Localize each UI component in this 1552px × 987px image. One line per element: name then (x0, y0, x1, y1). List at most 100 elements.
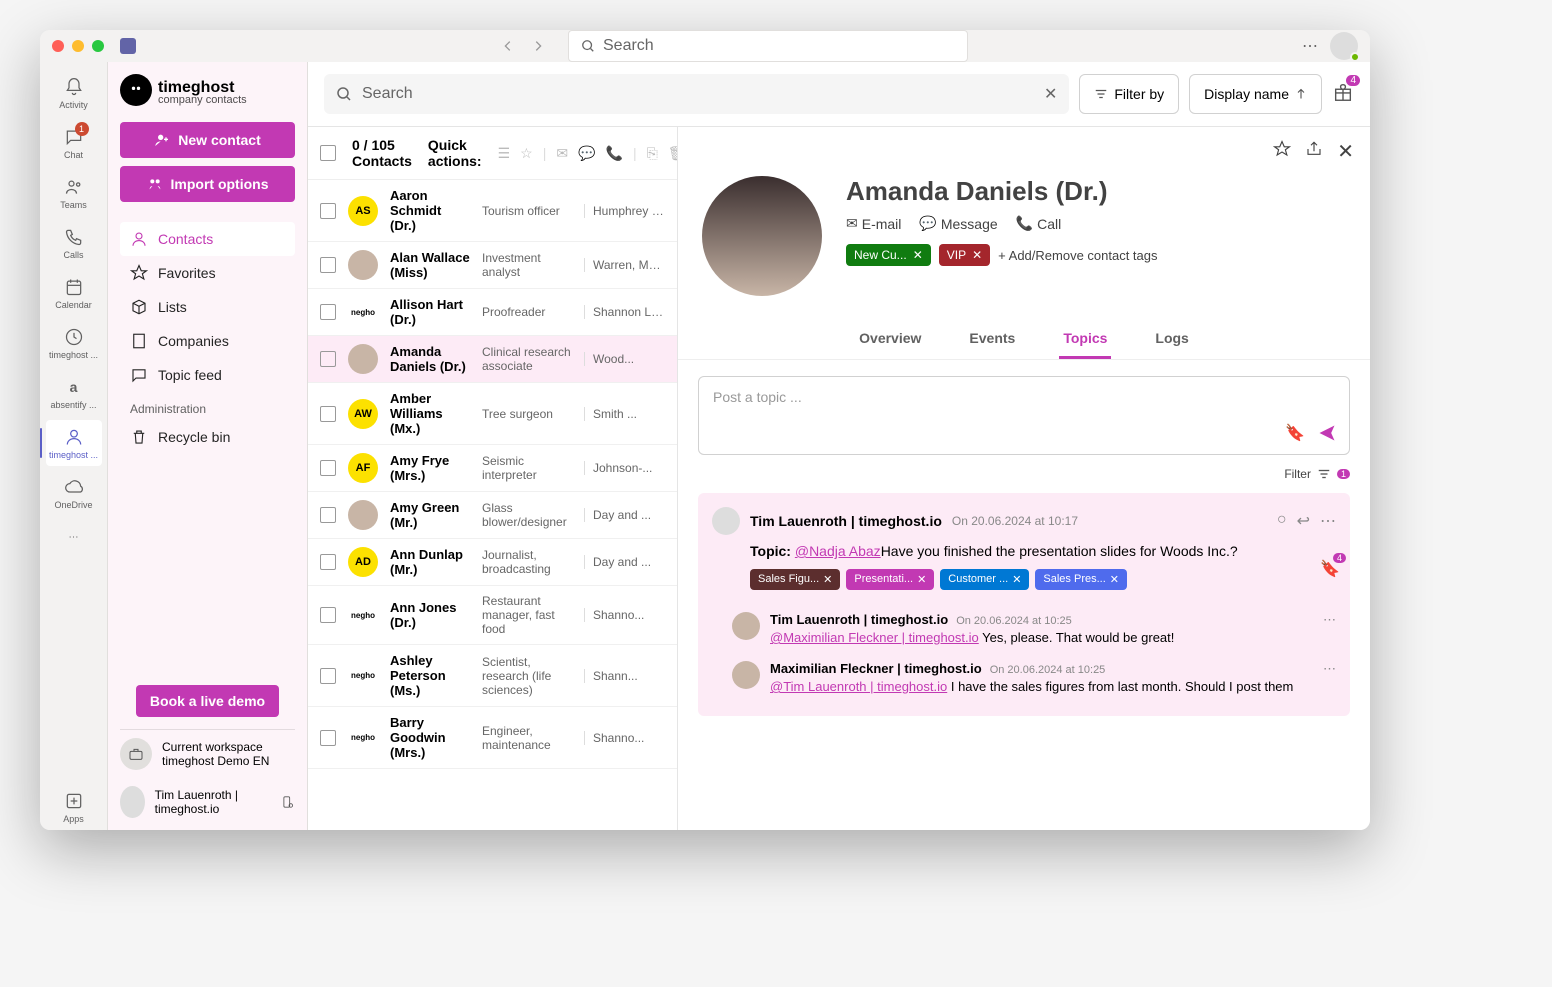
message-button[interactable]: 💬 Message (919, 215, 997, 232)
contact-checkbox[interactable] (320, 554, 336, 570)
contact-row[interactable]: negho Allison Hart (Dr.) Proofreader Sha… (308, 289, 677, 336)
star-icon[interactable]: ☆ (520, 145, 533, 162)
gift-button[interactable]: 4 (1332, 81, 1354, 108)
topic-chip[interactable]: Sales Pres... ✕ (1035, 569, 1127, 590)
tab-topics[interactable]: Topics (1059, 320, 1111, 359)
mention-link[interactable]: @Maximilian Fleckner | timeghost.io (770, 630, 979, 645)
contact-row[interactable]: AD Ann Dunlap (Mr.) Journalist, broadcas… (308, 539, 677, 586)
contact-row[interactable]: negho Barry Goodwin (Mrs.) Engineer, mai… (308, 707, 677, 769)
remove-tag-icon[interactable]: ✕ (972, 248, 982, 262)
contact-checkbox[interactable] (320, 257, 336, 273)
contact-checkbox[interactable] (320, 203, 336, 219)
tab-logs[interactable]: Logs (1151, 320, 1192, 359)
status-circle-icon[interactable]: ○ (1277, 511, 1287, 531)
back-button[interactable] (494, 32, 522, 60)
delete-icon[interactable]: 🗑 (668, 145, 678, 162)
mention-link[interactable]: @Tim Lauenroth | timeghost.io (770, 679, 947, 694)
sidebar-user[interactable]: Tim Lauenroth | timeghost.io (120, 778, 295, 818)
topic-chip[interactable]: Customer ... ✕ (940, 569, 1029, 590)
rail-absentify[interactable]: a absentify ... (46, 370, 102, 416)
contact-checkbox[interactable] (320, 607, 336, 623)
mail-icon[interactable]: ✉ (556, 145, 568, 162)
contact-row[interactable]: negho Ann Jones (Dr.) Restaurant manager… (308, 586, 677, 645)
tag[interactable]: New Cu...✕ (846, 244, 931, 266)
close-button[interactable]: ✕ (1337, 139, 1354, 164)
list-add-icon[interactable]: ☰ (498, 145, 511, 162)
contact-row[interactable]: Amanda Daniels (Dr.) Clinical research a… (308, 336, 677, 383)
tab-events[interactable]: Events (965, 320, 1019, 359)
more-icon[interactable]: ⋯ (1323, 661, 1336, 677)
rail-calendar[interactable]: Calendar (46, 270, 102, 316)
nav-favorites[interactable]: Favorites (120, 256, 295, 290)
workspace-block[interactable]: Current workspace timeghost Demo EN (120, 729, 295, 778)
topic-chip[interactable]: Sales Figu... ✕ (750, 569, 840, 590)
favorite-button[interactable] (1273, 140, 1291, 163)
close-window[interactable] (52, 40, 64, 52)
topic-chip[interactable]: Presentati... ✕ (846, 569, 934, 590)
tag-icon[interactable]: 🔖4 (1320, 559, 1340, 579)
contact-row[interactable]: AS Aaron Schmidt (Dr.) Tourism officer H… (308, 180, 677, 242)
contact-checkbox[interactable] (320, 730, 336, 746)
contact-checkbox[interactable] (320, 460, 336, 476)
new-contact-button[interactable]: New contact (120, 122, 295, 158)
email-button[interactable]: ✉ E-mail (846, 215, 901, 232)
settings-icon[interactable] (281, 793, 295, 811)
rail-apps[interactable]: Apps (46, 784, 102, 830)
more-icon[interactable]: ⋯ (1323, 612, 1336, 628)
remove-tag-icon[interactable]: ✕ (913, 248, 923, 262)
nav-contacts[interactable]: Contacts (120, 222, 295, 256)
filter-button[interactable]: Filter (1284, 467, 1311, 481)
contact-row[interactable]: AW Amber Williams (Mx.) Tree surgeon Smi… (308, 383, 677, 445)
rail-activity[interactable]: Activity (46, 70, 102, 116)
contact-row[interactable]: Amy Green (Mr.) Glass blower/designer Da… (308, 492, 677, 539)
copy-icon[interactable]: ⎘ (647, 145, 658, 162)
import-button[interactable]: Import options (120, 166, 295, 202)
contact-company: Smith ... (584, 407, 665, 421)
topic-input[interactable]: Post a topic ... (699, 377, 1349, 417)
sort-button[interactable]: Display name (1189, 74, 1322, 114)
rail-calls[interactable]: Calls (46, 220, 102, 266)
contact-row[interactable]: Alan Wallace (Miss) Investment analyst W… (308, 242, 677, 289)
attach-icon[interactable]: 🔖 (1285, 423, 1305, 448)
more-icon[interactable]: ⋯ (1320, 511, 1336, 531)
nav-lists[interactable]: Lists (120, 290, 295, 324)
reply-icon[interactable]: ↩ (1297, 511, 1310, 531)
maximize-window[interactable] (92, 40, 104, 52)
tag[interactable]: VIP✕ (939, 244, 990, 266)
contact-row[interactable]: negho Ashley Peterson (Ms.) Scientist, r… (308, 645, 677, 707)
filter-by-button[interactable]: Filter by (1079, 74, 1179, 114)
user-avatar[interactable] (1330, 32, 1358, 60)
rail-teams[interactable]: Teams (46, 170, 102, 216)
mention-link[interactable]: @Nadja Abaz (795, 543, 881, 559)
contact-checkbox[interactable] (320, 351, 336, 367)
forward-button[interactable] (524, 32, 552, 60)
nav-recycle-bin[interactable]: Recycle bin (120, 420, 295, 454)
contact-row[interactable]: AF Amy Frye (Mrs.) Seismic interpreter J… (308, 445, 677, 492)
tab-overview[interactable]: Overview (855, 320, 925, 359)
send-button[interactable] (1317, 423, 1337, 448)
rail-timeghost1[interactable]: timeghost ... (46, 320, 102, 366)
call-button[interactable]: 📞 Call (1016, 215, 1062, 232)
global-search[interactable]: Search (568, 30, 968, 62)
rail-timeghost-contacts[interactable]: timeghost ... (46, 420, 102, 466)
contact-checkbox[interactable] (320, 507, 336, 523)
contact-checkbox[interactable] (320, 668, 336, 684)
contact-checkbox[interactable] (320, 406, 336, 422)
filter-icon[interactable] (1317, 467, 1331, 481)
rail-onedrive[interactable]: OneDrive (46, 470, 102, 516)
contact-checkbox[interactable] (320, 304, 336, 320)
share-button[interactable] (1305, 140, 1323, 163)
select-all-checkbox[interactable] (320, 145, 336, 161)
add-tag-button[interactable]: + Add/Remove contact tags (998, 248, 1157, 263)
rail-more[interactable]: ⋯ (46, 520, 102, 554)
nav-topic-feed[interactable]: Topic feed (120, 358, 295, 392)
book-demo-button[interactable]: Book a live demo (136, 685, 279, 717)
clear-search[interactable]: ✕ (1044, 84, 1057, 104)
minimize-window[interactable] (72, 40, 84, 52)
rail-chat[interactable]: 1 Chat (46, 120, 102, 166)
search-input[interactable]: Search ✕ (324, 74, 1069, 114)
more-icon[interactable]: ⋯ (1302, 36, 1318, 56)
comment-icon[interactable]: 💬 (578, 145, 595, 162)
phone-icon[interactable]: 📞 (606, 145, 623, 162)
nav-companies[interactable]: Companies (120, 324, 295, 358)
